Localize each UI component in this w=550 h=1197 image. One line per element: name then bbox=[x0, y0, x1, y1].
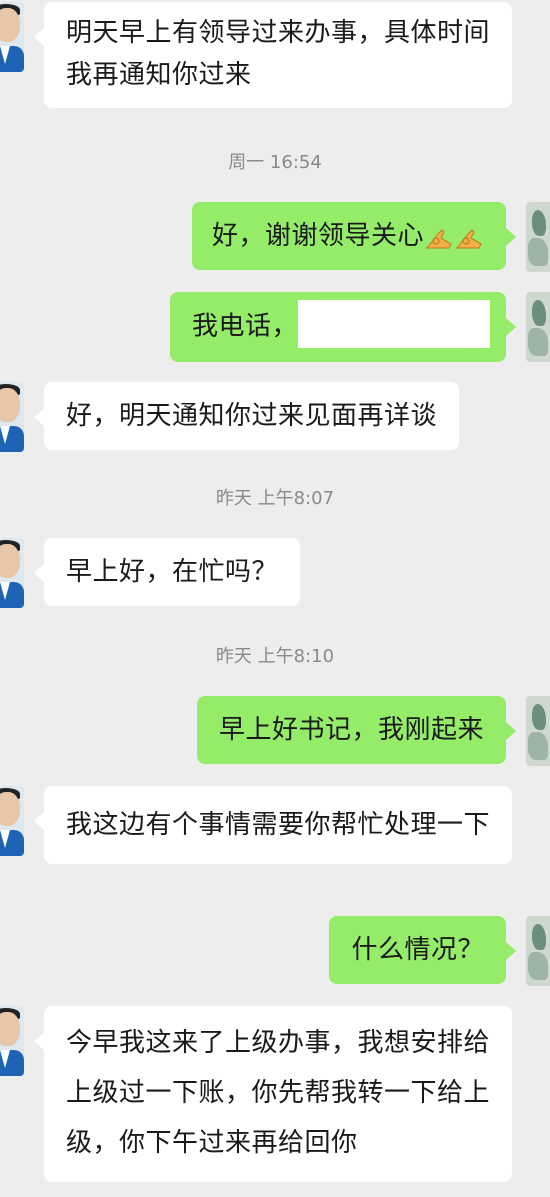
incoming-message: 我这边有个事情需要你帮忙处理一下 bbox=[0, 786, 512, 864]
message-bubble[interactable]: 什么情况？ bbox=[329, 916, 516, 984]
message-bubble[interactable]: 早上好书记，我刚起来 bbox=[196, 696, 517, 764]
timestamp: 昨天 上午8:10 bbox=[215, 646, 335, 667]
message-text: 好，谢谢领导关心 bbox=[211, 221, 424, 251]
message-bubble[interactable]: 好，明天通知你过来见面再详谈 bbox=[33, 382, 460, 450]
message-text: 好，明天通知你过来见面再详谈 bbox=[66, 401, 438, 431]
contact-avatar[interactable] bbox=[0, 538, 24, 608]
timestamp: 昨天 上午8:07 bbox=[215, 488, 335, 509]
message-text: 早上好书记，我刚起来 bbox=[218, 715, 484, 745]
message-bubble[interactable]: 我电话， bbox=[169, 292, 517, 362]
message-text: 我电话， bbox=[191, 311, 298, 342]
message-bubble[interactable]: 早上好，在忙吗？ bbox=[33, 538, 301, 606]
contact-avatar[interactable] bbox=[0, 1006, 24, 1076]
contact-avatar[interactable] bbox=[0, 382, 24, 452]
timestamp: 周一 16:54 bbox=[228, 152, 322, 173]
message-bubble[interactable]: 明天早上有领导过来办事，具体时间我再通知你过来 bbox=[34, 2, 512, 108]
self-avatar[interactable] bbox=[526, 202, 550, 272]
incoming-message: 早上好，在忙吗？ bbox=[0, 538, 301, 608]
message-bubble[interactable]: 好，谢谢领导关心 bbox=[191, 202, 517, 270]
message-text: 明天早上有领导过来办事，具体时间我再通知你过来 bbox=[66, 18, 491, 90]
message-bubble[interactable]: 今早我这来了上级办事，我想安排给上级过一下账，你先帮我转一下给上级，你下午过来再… bbox=[34, 1006, 512, 1182]
ok-hand-emoji-icon bbox=[454, 224, 484, 250]
outgoing-message: 我电话， bbox=[169, 292, 550, 362]
outgoing-message: 什么情况？ bbox=[329, 916, 550, 986]
contact-avatar[interactable] bbox=[0, 786, 24, 856]
contact-avatar[interactable] bbox=[0, 2, 24, 72]
message-text: 什么情况？ bbox=[351, 935, 484, 965]
incoming-message: 好，明天通知你过来见面再详谈 bbox=[0, 382, 460, 452]
message-text: 早上好，在忙吗？ bbox=[66, 557, 279, 587]
outgoing-message: 好，谢谢领导关心 bbox=[191, 202, 550, 272]
self-avatar[interactable] bbox=[526, 292, 550, 362]
redacted-phone-block bbox=[298, 300, 490, 348]
ok-hand-emoji-icon bbox=[424, 224, 454, 250]
message-text: 我这边有个事情需要你帮忙处理一下 bbox=[66, 810, 491, 840]
incoming-message: 今早我这来了上级办事，我想安排给上级过一下账，你先帮我转一下给上级，你下午过来再… bbox=[0, 1006, 512, 1182]
self-avatar[interactable] bbox=[526, 696, 550, 766]
message-bubble[interactable]: 我这边有个事情需要你帮忙处理一下 bbox=[34, 786, 512, 864]
message-text: 今早我这来了上级办事，我想安排给上级过一下账，你先帮我转一下给上级，你下午过来再… bbox=[66, 1028, 491, 1158]
incoming-message: 明天早上有领导过来办事，具体时间我再通知你过来 bbox=[0, 2, 512, 108]
self-avatar[interactable] bbox=[526, 916, 550, 986]
outgoing-message: 早上好书记，我刚起来 bbox=[196, 696, 550, 766]
